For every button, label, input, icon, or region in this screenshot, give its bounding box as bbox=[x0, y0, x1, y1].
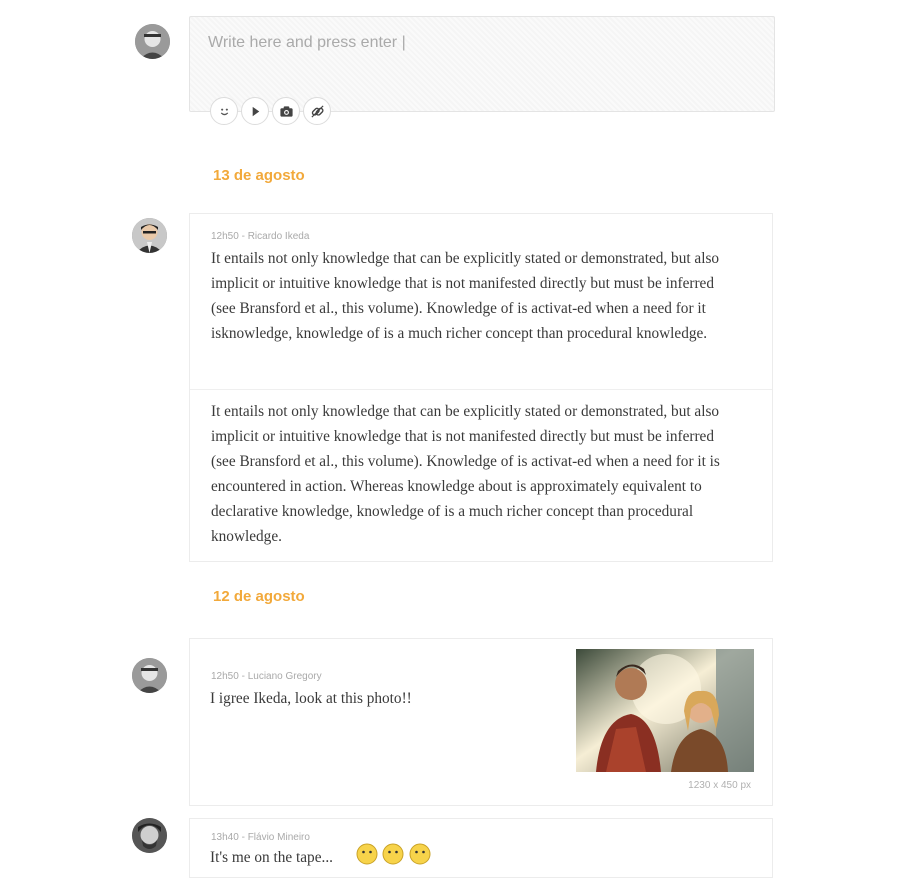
author-avatar[interactable] bbox=[132, 658, 167, 693]
camera-icon bbox=[279, 105, 293, 117]
emoji-icon bbox=[382, 843, 404, 865]
play-icon bbox=[252, 106, 259, 116]
post-photo[interactable] bbox=[576, 649, 754, 772]
post-body: It entails not only knowledge that can b… bbox=[211, 250, 720, 342]
emoji-icon bbox=[356, 843, 378, 865]
post-card: 12h50 - Luciano Gregory I igree Ikeda, l… bbox=[189, 638, 773, 806]
current-user-avatar bbox=[135, 24, 170, 59]
image-dimensions: 1230 x 450 px bbox=[688, 780, 751, 791]
link-button[interactable] bbox=[303, 97, 331, 125]
date-label: 12 de agosto bbox=[213, 588, 305, 605]
post-card: 12h50 - Ricardo Ikeda It entails not onl… bbox=[189, 213, 773, 562]
post-input[interactable] bbox=[208, 31, 748, 55]
emoji-icon bbox=[409, 843, 431, 865]
post-body: It's me on the tape... bbox=[210, 849, 333, 866]
date-label: 13 de agosto bbox=[213, 167, 305, 184]
post-card: 13h40 - Flávio Mineiro It's me on the ta… bbox=[189, 818, 773, 878]
author-avatar[interactable] bbox=[132, 818, 167, 853]
post-body: I igree Ikeda, look at this photo!! bbox=[210, 690, 412, 707]
emoji-icon bbox=[220, 108, 228, 115]
post-body: It entails not only knowledge that can b… bbox=[211, 403, 720, 545]
video-button[interactable] bbox=[241, 97, 269, 125]
link-icon bbox=[310, 104, 324, 118]
emoji-button[interactable] bbox=[210, 97, 238, 125]
photo-button[interactable] bbox=[272, 97, 300, 125]
divider bbox=[190, 389, 772, 390]
author-avatar[interactable] bbox=[132, 218, 167, 253]
post-meta: 13h40 - Flávio Mineiro bbox=[211, 832, 310, 843]
post-meta: 12h50 - Luciano Gregory bbox=[211, 671, 322, 682]
post-meta: 12h50 - Ricardo Ikeda bbox=[211, 231, 310, 242]
post-composer bbox=[189, 16, 775, 125]
